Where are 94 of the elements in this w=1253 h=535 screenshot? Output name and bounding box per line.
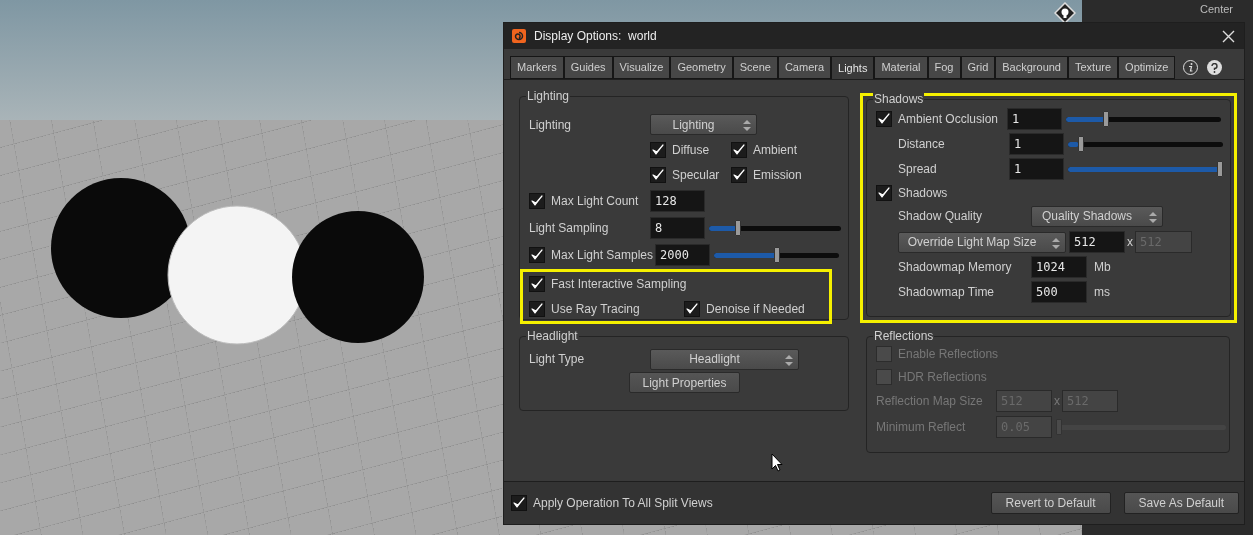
dropdown[interactable]: Quality Shadows [1031,205,1163,227]
checkbox[interactable] [511,495,527,511]
input-field[interactable]: 500 [1031,281,1087,303]
question-mark-icon [1211,62,1219,73]
checkbox-label: Denoise if Needed [706,301,805,318]
slider-thumb[interactable] [735,220,742,236]
slider[interactable] [709,220,841,236]
group-title: Headlight [526,329,579,343]
checkbox[interactable] [529,301,545,317]
checkbox-label: Emission [753,167,802,184]
spinner-arrows-icon [1052,237,1060,249]
checkbox[interactable] [876,111,892,127]
slider-thumb[interactable] [1217,161,1223,177]
tab[interactable]: Material [874,56,928,79]
panel-label: Center [1200,2,1234,17]
dropdown[interactable]: Headlight [650,348,799,370]
field-label: Shadowmap Time [897,284,996,301]
input-field[interactable]: 1024 [1031,256,1087,278]
checkbox-label: Shadows [898,185,948,202]
checkbox[interactable] [731,167,747,183]
field-label: Shadowmap Memory [897,259,1013,276]
window-title: Display Options: world [534,28,657,45]
field-label: Reflection Map Size [876,393,984,410]
checkbox[interactable] [529,276,545,292]
field-label: Shadow Quality [897,208,984,225]
input-field[interactable]: 1 [1007,108,1062,130]
slider[interactable] [1068,136,1223,152]
checkbox[interactable] [650,167,666,183]
info-icon [1187,63,1195,72]
field-label: Minimum Reflect [876,419,967,436]
checkbox-label: HDR Reflections [898,369,987,386]
checkbox-label: Use Ray Tracing [551,301,640,318]
separator-label: x [1126,234,1134,251]
checkbox-label: Max Light Count [551,193,639,210]
dropdown[interactable]: Lighting [650,114,757,135]
input-field[interactable]: 128 [650,190,705,212]
input-field[interactable]: 1 [1009,133,1064,155]
slider[interactable] [1068,161,1223,177]
dialog-button[interactable]: Revert to Default [990,492,1111,514]
dialog-button[interactable]: Save As Default [1123,492,1239,514]
slider-thumb[interactable] [1078,136,1085,152]
tab[interactable]: Lights [831,56,875,79]
checkbox[interactable] [731,142,747,158]
checkbox[interactable] [876,185,892,201]
group-title: Shadows [873,92,925,106]
checkbox-label: Diffuse [672,142,710,159]
slider-thumb[interactable] [1103,111,1110,127]
field-label: Light Sampling [529,220,610,237]
checkbox[interactable] [650,142,666,158]
close-button[interactable] [1220,28,1236,44]
spinner-arrows-icon [785,354,793,366]
group-title: Reflections [873,329,935,343]
tab[interactable]: Grid [960,56,996,79]
checkbox-label: Enable Reflections [898,346,999,363]
tab[interactable]: Optimize [1118,56,1176,79]
slider-thumb[interactable] [773,247,780,263]
group-title: Lighting [526,89,571,103]
slider[interactable] [714,247,839,263]
unit-label: ms [1094,284,1110,301]
input-field[interactable]: 2000 [655,244,710,266]
tab[interactable]: Markers [510,56,564,79]
slider[interactable] [1066,111,1221,127]
input-field[interactable]: 512 [1069,231,1125,253]
tab[interactable]: Fog [927,56,961,79]
checkbox[interactable] [529,247,545,263]
checkbox-label: Max Light Samples [551,247,654,264]
field-label: Spread [897,161,938,178]
app-logo-icon [512,29,526,43]
unit-label: Mb [1094,259,1111,276]
mouse-cursor-icon [771,453,783,473]
tab[interactable]: Background [995,56,1068,79]
checkbox-label: Ambient [753,142,798,159]
tab[interactable]: Geometry [670,56,733,79]
checkbox-label: Apply Operation To All Split Views [533,495,713,512]
field-label: Lighting [529,116,573,134]
checkbox[interactable] [529,193,545,209]
field-label: Light Type [529,351,586,368]
tab[interactable]: Guides [563,56,613,79]
tab[interactable]: Visualize [612,56,671,79]
checkbox-label: Specular [672,167,720,184]
checkbox-label: Fast Interactive Sampling [551,276,687,293]
spinner-arrows-icon [743,120,751,131]
checkbox[interactable] [684,301,700,317]
tab[interactable]: Texture [1068,56,1119,79]
dropdown[interactable]: Override Light Map Size [898,231,1066,253]
light-properties-button[interactable]: Light Properties [629,372,740,393]
checkbox-label: Ambient Occlusion [898,111,999,128]
tab[interactable]: Scene [732,56,778,79]
help-button[interactable] [1207,60,1223,75]
tab[interactable]: Camera [777,56,832,79]
spinner-arrows-icon [1149,211,1157,223]
input-field[interactable]: 1 [1009,158,1064,180]
field-label: Distance [897,136,946,153]
input-field[interactable]: 8 [650,217,705,239]
